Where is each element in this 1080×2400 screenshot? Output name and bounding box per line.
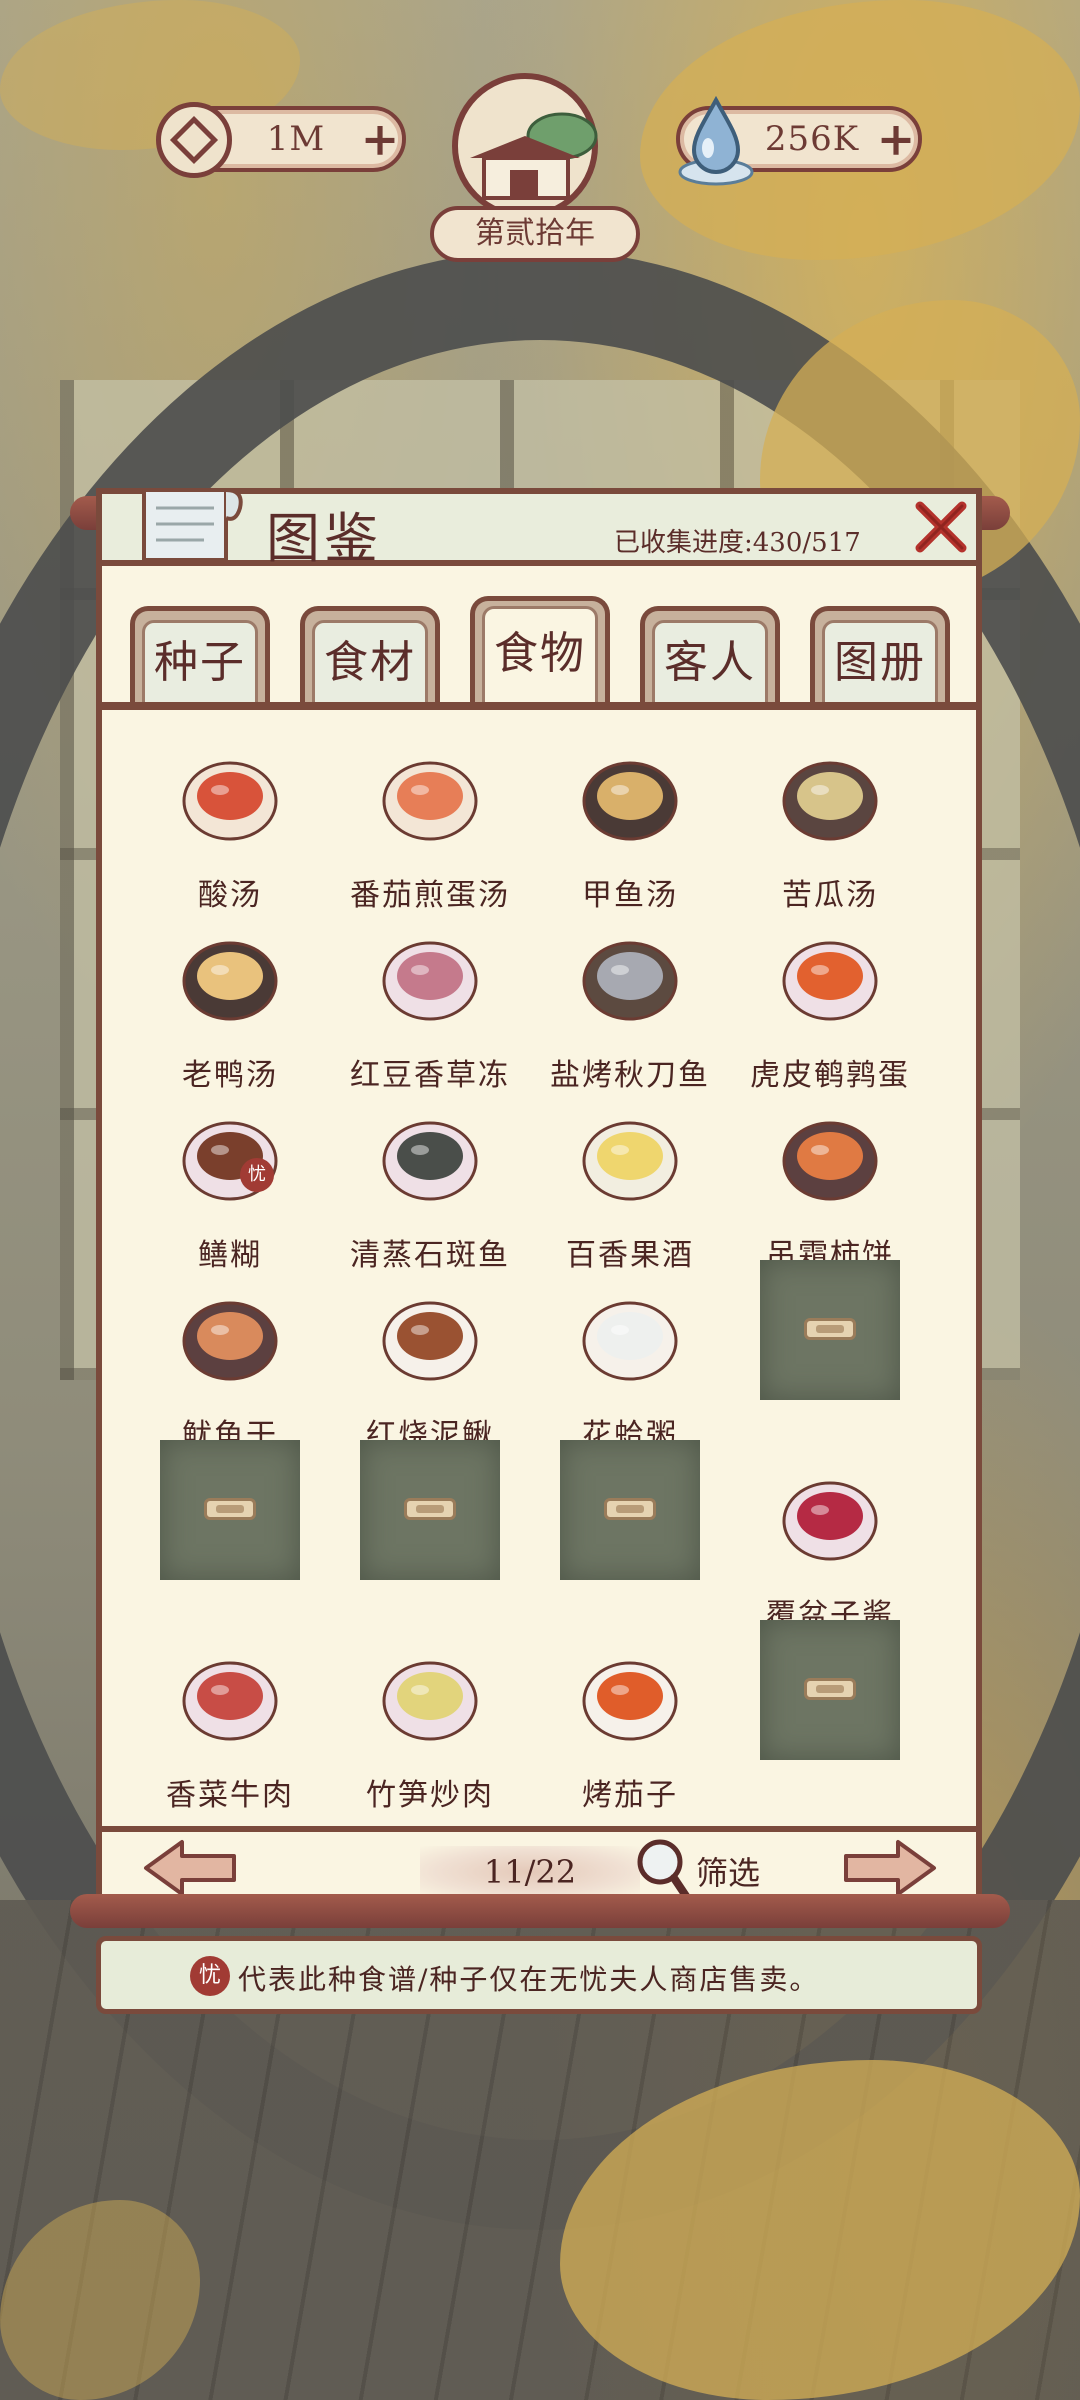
tab-label: 食材 [312, 620, 428, 702]
locked-placeholder [160, 1440, 300, 1580]
raspberry-jam-icon [782, 1481, 878, 1561]
lock-slot-icon [804, 1678, 856, 1700]
turtle-soup-icon [582, 761, 678, 841]
tab-album[interactable]: 图册 [810, 606, 950, 706]
food-item[interactable]: 鱿鱼干 [130, 1260, 330, 1453]
dried-squid-icon [182, 1301, 278, 1381]
lock-slot-icon [204, 1498, 256, 1520]
food-item-name: 烤茄子 [582, 1778, 678, 1813]
tab-label: 食物 [482, 606, 598, 702]
food-item[interactable]: 甲鱼汤 [530, 720, 730, 913]
locked-placeholder [560, 1440, 700, 1580]
coin-icon [156, 102, 232, 178]
tab-label: 客人 [652, 620, 768, 702]
tab-underline [96, 702, 982, 710]
next-page-arrow-icon[interactable] [838, 1838, 938, 1898]
filter-button[interactable]: 筛选 [696, 1848, 760, 1894]
steamed-grouper-icon [382, 1121, 478, 1201]
add-water-button[interactable]: + [874, 116, 918, 162]
grilled-eggplant-icon [582, 1661, 678, 1741]
collection-progress: 已收集进度:430/517 [614, 528, 861, 558]
food-item[interactable]: 虎皮鹌鹑蛋 [730, 900, 930, 1093]
locked-item-slot[interactable] [130, 1440, 330, 1620]
braised-loach-icon [382, 1301, 478, 1381]
red-bean-jelly-icon [382, 941, 478, 1021]
lock-slot-icon [604, 1498, 656, 1520]
clam-porridge-icon [582, 1301, 678, 1381]
food-item[interactable]: 盐烤秋刀鱼 [530, 900, 730, 1093]
footer-separator [96, 1826, 982, 1832]
tab-ingredients[interactable]: 食材 [300, 606, 440, 706]
locked-placeholder [760, 1260, 900, 1400]
pavilion-emblem [452, 73, 598, 216]
duck-soup-icon [182, 941, 278, 1021]
food-item[interactable]: 覆盆子酱 [730, 1440, 930, 1633]
close-icon[interactable] [912, 498, 970, 556]
locked-item-slot[interactable] [730, 1620, 930, 1800]
food-item[interactable]: 竹笋炒肉 [330, 1620, 530, 1813]
food-item[interactable]: 苦瓜汤 [730, 720, 930, 913]
bamboo-shoot-pork-icon [382, 1661, 478, 1741]
locked-item-slot[interactable] [530, 1440, 730, 1620]
food-item[interactable]: 红烧泥鳅 [330, 1260, 530, 1453]
bitter-melon-soup-icon [782, 761, 878, 841]
tab-label: 种子 [142, 620, 258, 702]
food-item[interactable]: 吊霜柿饼 [730, 1080, 930, 1273]
shop-exclusive-badge: 忧 [240, 1158, 274, 1192]
lock-slot-icon [804, 1318, 856, 1340]
eel-paste-icon [182, 1121, 278, 1201]
food-item[interactable]: 酸汤 [130, 720, 330, 913]
food-item[interactable]: 百香果酒 [530, 1080, 730, 1273]
passion-fruit-wine-icon [582, 1121, 678, 1201]
food-item[interactable]: 鳝糊 [130, 1080, 330, 1273]
category-tabs: 种子 食材 食物 客人 图册 [130, 596, 950, 706]
food-item[interactable]: 红豆香草冻 [330, 900, 530, 1093]
shop-exclusive-badge: 忧 [190, 1956, 230, 1996]
locked-placeholder [760, 1620, 900, 1760]
water-drop-icon [678, 95, 754, 186]
add-coins-button[interactable]: + [358, 116, 402, 162]
scroll-icon [142, 488, 243, 562]
scroll-rod-bottom [70, 1894, 1010, 1928]
dried-persimmon-icon [782, 1121, 878, 1201]
locked-item-slot[interactable] [730, 1260, 930, 1440]
tab-guests[interactable]: 客人 [640, 606, 780, 706]
prev-page-arrow-icon[interactable] [142, 1838, 242, 1898]
coins-value: 1M [266, 119, 326, 159]
food-item[interactable]: 花蛤粥 [530, 1260, 730, 1453]
food-item[interactable]: 老鸭汤 [130, 900, 330, 1093]
water-value: 256K [764, 119, 860, 159]
locked-placeholder [360, 1440, 500, 1580]
food-item[interactable]: 香菜牛肉 [130, 1620, 330, 1813]
tab-seeds[interactable]: 种子 [130, 606, 270, 706]
cilantro-beef-icon [182, 1661, 278, 1741]
food-item[interactable]: 烤茄子 [530, 1620, 730, 1813]
quail-egg-icon [782, 941, 878, 1021]
grilled-saury-icon [582, 941, 678, 1021]
locked-item-slot[interactable] [330, 1440, 530, 1620]
food-item[interactable]: 番茄煎蛋汤 [330, 720, 530, 913]
lock-slot-icon [404, 1498, 456, 1520]
footnote-text: 代表此种食谱/种子仅在无忧夫人商店售卖。 [238, 1963, 820, 1996]
sour-soup-icon [182, 761, 278, 841]
tab-label: 图册 [822, 620, 938, 702]
tomato-egg-soup-icon [382, 761, 478, 841]
page-indicator: 11/22 [420, 1846, 640, 1898]
tab-food[interactable]: 食物 [470, 596, 610, 706]
era-year-label: 第贰拾年 [430, 206, 640, 262]
panel-title: 图鉴 [266, 507, 382, 570]
food-item[interactable]: 清蒸石斑鱼 [330, 1080, 530, 1273]
